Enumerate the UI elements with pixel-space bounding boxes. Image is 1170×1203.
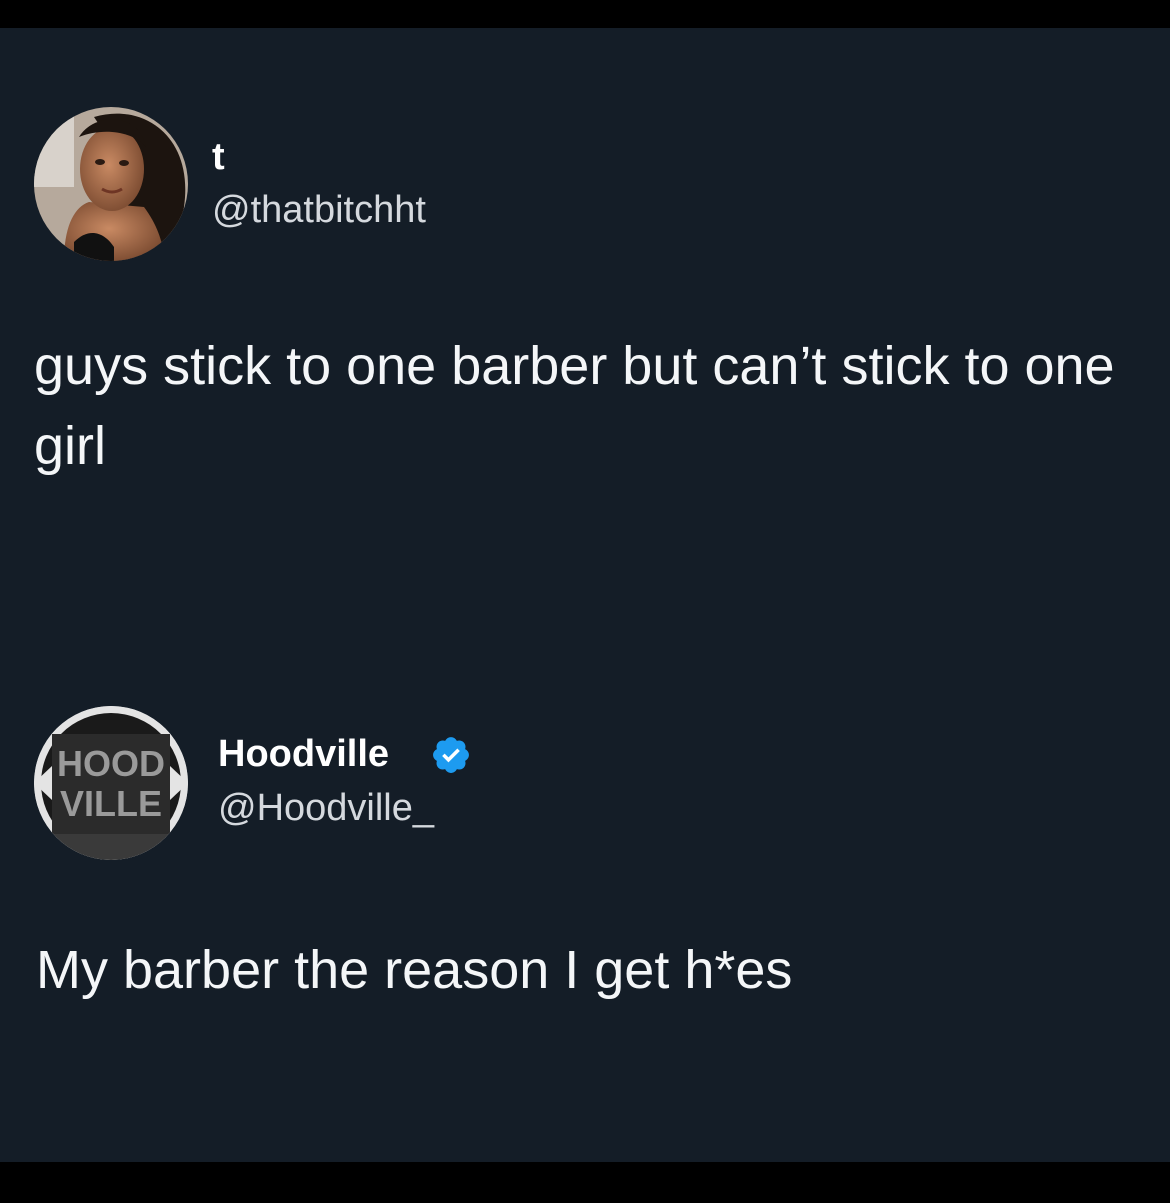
tweet-text: My barber the reason I get h*es <box>36 940 793 1000</box>
tweet-screenshot: t @thatbitchht guys stick to one barber … <box>0 28 1170 1162</box>
hoodville-logo-icon: HOOD VILLE <box>34 706 188 860</box>
verified-badge-icon <box>433 737 469 773</box>
tweet-text: guys stick to one barber but can’t stick… <box>34 336 1115 476</box>
logo-line-1: HOOD <box>57 743 165 784</box>
display-name[interactable]: t <box>212 135 225 179</box>
display-name[interactable]: Hoodville <box>218 732 389 776</box>
logo-line-2: VILLE <box>60 783 162 824</box>
user-handle[interactable]: @thatbitchht <box>212 188 426 232</box>
profile-photo-icon <box>34 107 188 261</box>
avatar[interactable]: HOOD VILLE <box>34 706 188 860</box>
avatar[interactable] <box>34 107 188 261</box>
user-handle[interactable]: @Hoodville_ <box>218 786 434 830</box>
